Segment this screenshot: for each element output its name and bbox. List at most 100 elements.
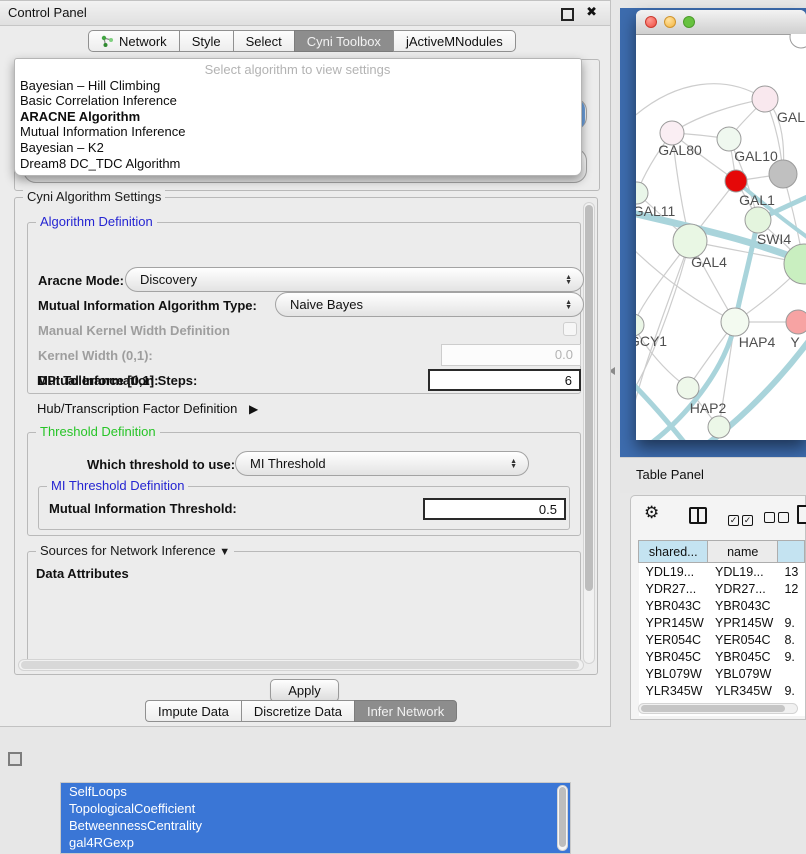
table-row[interactable]: YBL079WYBL079W [639, 665, 805, 682]
mi-threshold-field[interactable]: 0.5 [423, 498, 566, 520]
tab-infer-network[interactable]: Infer Network [354, 700, 457, 722]
network-node[interactable] [725, 170, 747, 192]
network-node[interactable] [790, 34, 806, 48]
gear-icon[interactable]: ⚙ [644, 504, 659, 521]
split-column-icon[interactable] [689, 507, 707, 524]
attribute-list-item[interactable]: gal4RGexp [61, 834, 570, 851]
scrollbar-thumb[interactable] [559, 787, 566, 847]
algorithm-option[interactable]: Basic Correlation Inference [15, 93, 581, 109]
attribute-list-item[interactable]: BetweennessCentrality [61, 817, 570, 834]
mi-type-combo[interactable]: Naive Bayes ▲▼ [275, 292, 584, 317]
table-cell[interactable]: 8. [777, 631, 804, 648]
algorithm-option[interactable]: Bayesian – K2 [15, 140, 581, 156]
table-cell[interactable]: YER054C [708, 631, 777, 648]
table-cell[interactable]: YDR27... [639, 580, 708, 597]
table-cell[interactable]: YDR27... [708, 580, 777, 597]
minimize-traffic-light-icon[interactable] [664, 16, 676, 28]
table-cell[interactable]: YLR345W [639, 682, 708, 699]
mi-steps-field[interactable]: 6 [428, 369, 581, 391]
table-cell[interactable]: YBL079W [639, 665, 708, 682]
table-row[interactable]: YDR27...YDR27...12 [639, 580, 805, 597]
apply-button[interactable]: Apply [270, 679, 339, 702]
network-window-titlebar[interactable] [636, 10, 806, 35]
table-cell[interactable]: 12 [777, 580, 804, 597]
tab-cyni-toolbox[interactable]: Cyni Toolbox [294, 30, 393, 52]
network-node[interactable] [677, 377, 699, 399]
close-icon[interactable]: ✖ [586, 4, 597, 20]
manual-kernel-checkbox[interactable] [563, 322, 577, 336]
network-node[interactable] [745, 207, 771, 233]
table-cell[interactable]: YBR045C [708, 648, 777, 665]
tab-select[interactable]: Select [233, 30, 294, 52]
column-header[interactable]: name [708, 541, 777, 563]
column-header[interactable]: shared... [639, 541, 708, 563]
tab-discretize-data[interactable]: Discretize Data [241, 700, 354, 722]
attribute-list-item[interactable]: TopologicalCoefficient [61, 800, 570, 817]
tab-network[interactable]: Network [88, 30, 179, 52]
aracne-mode-combo[interactable]: Discovery ▲▼ [125, 267, 584, 292]
page-icon[interactable] [797, 505, 806, 524]
tab-style[interactable]: Style [179, 30, 233, 52]
table-cell[interactable]: 9. [777, 614, 804, 631]
scrollbar-thumb[interactable] [585, 205, 593, 591]
table-row[interactable]: YLR345WYLR345W9. [639, 682, 805, 699]
algorithm-option[interactable]: ARACNE Algorithm [15, 109, 581, 125]
column-header[interactable] [777, 541, 804, 563]
checked-pair-icon[interactable]: ✓✓ [728, 510, 753, 528]
table-row[interactable]: YER054CYER054C8. [639, 631, 805, 648]
table-cell[interactable]: YPR145W [708, 614, 777, 631]
close-traffic-light-icon[interactable] [645, 16, 657, 28]
table-cell[interactable]: YLR345W [708, 682, 777, 699]
table-cell[interactable]: YPR145W [639, 614, 708, 631]
network-node[interactable] [752, 86, 778, 112]
control-panel-titlebar[interactable]: Control Panel ✖ [0, 1, 610, 26]
table-cell[interactable]: 9. [777, 648, 804, 665]
which-threshold-combo[interactable]: MI Threshold ▲▼ [235, 451, 529, 476]
table-row[interactable]: YBR043CYBR043C [639, 597, 805, 614]
minimized-grip-box[interactable] [8, 752, 22, 766]
table-cell[interactable] [777, 597, 804, 614]
table-cell[interactable]: YBR043C [639, 597, 708, 614]
table-cell[interactable]: YDL19... [639, 563, 708, 581]
network-node[interactable] [673, 224, 707, 258]
table-cell[interactable]: YDL19... [708, 563, 777, 581]
settings-horizontal-scrollbar[interactable] [18, 659, 584, 671]
table-cell[interactable]: 13 [777, 563, 804, 581]
hub-definition-expander[interactable]: Hub/Transcription Factor Definition ▶ [37, 401, 258, 416]
algorithm-option[interactable]: Dream8 DC_TDC Algorithm [15, 156, 581, 172]
algorithm-option[interactable]: Bayesian – Hill Climbing [15, 78, 581, 94]
expander-expanded-icon[interactable]: ▼ [219, 546, 230, 558]
network-edge[interactable] [636, 84, 765, 119]
table-row[interactable]: YDL19...YDL19...13 [639, 563, 805, 581]
table-cell[interactable]: 9. [777, 682, 804, 699]
network-node[interactable] [784, 244, 806, 284]
scrollbar-thumb[interactable] [641, 705, 785, 712]
float-window-icon[interactable] [561, 8, 574, 21]
table-row[interactable]: YBR045CYBR045C9. [639, 648, 805, 665]
network-canvas[interactable]: GALGAL80GAL10GAL1GAL11SWI4GAL4GCY1HAP4YH… [636, 34, 806, 440]
tab-jactivemnodules[interactable]: jActiveMNodules [393, 30, 516, 52]
table-cell[interactable] [777, 665, 804, 682]
attribute-list-item[interactable]: SelfLoops [61, 783, 570, 800]
network-node[interactable] [786, 310, 806, 334]
scrollbar-thumb[interactable] [21, 661, 579, 669]
list-vertical-scrollbar[interactable] [557, 785, 568, 851]
table-cell[interactable]: YBR043C [708, 597, 777, 614]
table-cell[interactable]: YBR045C [639, 648, 708, 665]
zoom-traffic-light-icon[interactable] [683, 16, 695, 28]
network-node[interactable] [769, 160, 797, 188]
unchecked-pair-icon[interactable] [764, 510, 789, 528]
expander-collapsed-icon[interactable]: ▶ [249, 402, 258, 416]
tab-impute-data[interactable]: Impute Data [145, 700, 241, 722]
network-node[interactable] [721, 308, 749, 336]
network-node[interactable] [636, 182, 648, 204]
table-cell[interactable]: YBL079W [708, 665, 777, 682]
kernel-width-field[interactable]: 0.0 [441, 344, 581, 366]
algorithm-option[interactable]: Mutual Information Inference [15, 124, 581, 140]
table-cell[interactable]: YER054C [639, 631, 708, 648]
table-horizontal-scrollbar[interactable] [638, 703, 798, 714]
table-row[interactable]: YPR145WYPR145W9. [639, 614, 805, 631]
network-edge[interactable] [672, 99, 765, 133]
network-node[interactable] [708, 416, 730, 438]
settings-vertical-scrollbar[interactable] [583, 202, 595, 664]
